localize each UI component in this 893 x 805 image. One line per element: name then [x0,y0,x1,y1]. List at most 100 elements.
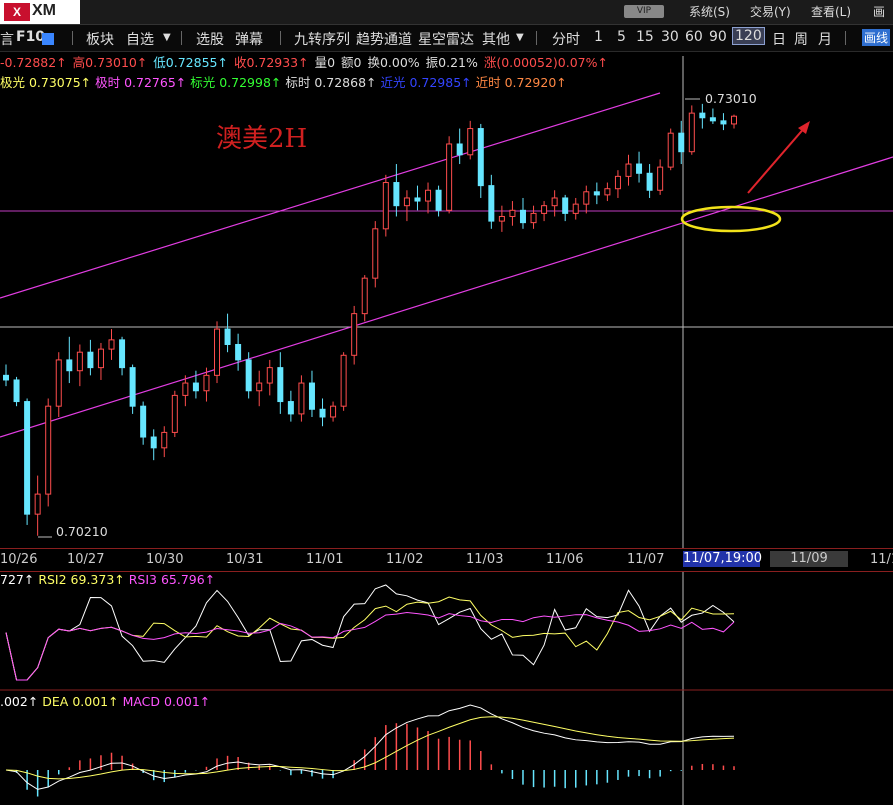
candle [593,182,600,205]
rsi-series-1 [5,584,735,681]
candle-body [87,351,94,369]
candle-body [97,348,104,369]
date-axis: 10/26 10/27 10/30 10/31 11/01 11/02 11/0… [0,548,893,572]
rsi-legend-item: 727↑ [0,572,39,587]
candle [541,201,548,222]
candle [393,164,400,217]
candle [76,344,83,387]
arrow-line [747,125,807,194]
candle-body [477,128,484,187]
candle [562,194,569,222]
candle-body [171,394,178,433]
candle-body [551,197,558,207]
candle [298,375,305,422]
candle-body [678,132,685,153]
price-labels: 0.73010 0.70210 [38,91,757,539]
candle-body [572,203,579,214]
candle-body [435,189,442,211]
date-label: 11/07 [627,552,665,567]
candle [551,190,558,217]
candle-body [614,175,621,190]
candle [340,352,347,411]
candle-body [66,359,73,372]
candle [171,390,178,438]
candle-body [298,382,305,415]
candle-body [203,374,210,392]
candle-body [636,163,643,174]
candle [509,201,516,226]
candle-body [372,228,379,279]
candle-body [308,382,315,410]
candle-body [13,379,20,403]
rsi-series-2 [5,596,735,681]
candle-body [731,115,737,125]
candle [66,336,73,384]
candle-body [76,351,83,372]
macd-legend-item: MACD 0.001↑ [122,694,211,709]
rsi-legend-item: RSI2 69.373↑ [38,572,129,587]
candle-body [161,431,168,449]
candle [731,114,737,129]
candle [456,128,463,165]
candle [477,123,484,198]
candle [403,190,410,222]
candle-body [277,367,284,403]
candle [330,401,337,422]
candle [256,370,263,407]
macd-legend: .002↑ DEA 0.001↑ MACD 0.001↑ [0,694,210,709]
candle-body [182,382,189,396]
candle [3,364,9,387]
candle-body [351,313,358,356]
candle [224,313,231,353]
candle-body [34,493,41,515]
macd-legend-item: DEA 0.001↑ [42,694,123,709]
candle [129,364,136,414]
price-chart[interactable]: 0.73010 0.70210 [0,0,893,805]
rsi-legend-item: RSI3 65.796↑ [128,572,216,587]
candle [414,185,421,211]
channel-upper-line[interactable] [0,92,661,299]
date-label: 10/31 [226,552,264,567]
annotations [680,121,810,233]
candle-body [467,128,474,156]
date-label: 11/03 [466,552,504,567]
candle-body [119,339,126,369]
candle-body [446,143,453,211]
candle [87,339,94,376]
candle-body [593,191,600,196]
candle-body [720,120,727,125]
candle-body [214,328,221,376]
candle-body [361,277,368,315]
rsi-pane [5,584,735,681]
candle [446,136,453,214]
candle-body [224,328,231,345]
candle-body [24,401,31,515]
candle-body [498,215,505,222]
candle [140,401,147,445]
candle-body [256,382,263,392]
candle-body [646,172,653,191]
candle-body [382,182,389,230]
candle-body [688,112,695,153]
macd-dea-line [5,716,735,780]
chart-title: 澳美2H [216,124,308,154]
candle [372,221,379,288]
date-label: 11/06 [546,552,584,567]
candle-body [129,367,136,407]
candle-body [3,374,9,381]
candle-body [530,212,537,224]
macd-pane [5,704,735,797]
candle [351,305,358,365]
candle [614,170,621,198]
candle [150,429,157,461]
candle [97,342,104,380]
candle-body [709,117,716,122]
candle [319,398,326,427]
rsi-legend: 727↑ RSI2 69.373↑ RSI3 65.796↑ [0,572,215,587]
rsi-series-3 [5,612,735,681]
date-label: 10/26 [0,552,38,567]
candle-body [403,197,410,207]
candle [688,105,695,155]
candle-body [509,209,516,217]
date-label: 11/01 [306,552,344,567]
